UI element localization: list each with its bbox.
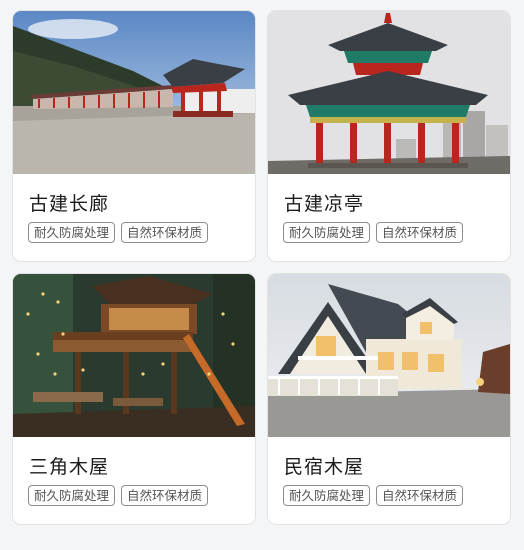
tag-list: 耐久防腐处理 自然环保材质	[283, 222, 464, 243]
tag-list: 耐久防腐处理 自然环保材质	[28, 485, 209, 506]
card-title: 古建凉亭	[284, 193, 365, 215]
card-title: 古建长廊	[29, 193, 110, 215]
tag-list: 耐久防腐处理 自然环保材质	[28, 222, 209, 243]
a-frame-cabin-photo	[13, 274, 255, 437]
product-grid: 古建长廊 耐久防腐处理 自然环保材质 古建凉亭 耐久防腐处理 自然环保材质 三角…	[12, 10, 511, 525]
product-card-guesthouse-cabin[interactable]: 民宿木屋 耐久防腐处理 自然环保材质	[267, 273, 511, 525]
tag-badge: 耐久防腐处理	[28, 485, 116, 506]
tag-badge: 耐久防腐处理	[283, 485, 371, 506]
corridor-photo	[13, 11, 255, 174]
tag-badge: 自然环保材质	[121, 222, 209, 243]
product-card-corridor[interactable]: 古建长廊 耐久防腐处理 自然环保材质	[12, 10, 256, 262]
product-card-a-frame-cabin[interactable]: 三角木屋 耐久防腐处理 自然环保材质	[12, 273, 256, 525]
tag-badge: 自然环保材质	[376, 222, 464, 243]
guesthouse-cabin-photo	[268, 274, 510, 437]
card-title: 三角木屋	[29, 456, 110, 478]
tag-badge: 耐久防腐处理	[283, 222, 371, 243]
tag-badge: 自然环保材质	[121, 485, 209, 506]
tag-badge: 耐久防腐处理	[28, 222, 116, 243]
pavilion-photo	[268, 11, 510, 174]
tag-badge: 自然环保材质	[376, 485, 464, 506]
tag-list: 耐久防腐处理 自然环保材质	[283, 485, 464, 506]
product-card-pavilion[interactable]: 古建凉亭 耐久防腐处理 自然环保材质	[267, 10, 511, 262]
card-title: 民宿木屋	[284, 456, 365, 478]
